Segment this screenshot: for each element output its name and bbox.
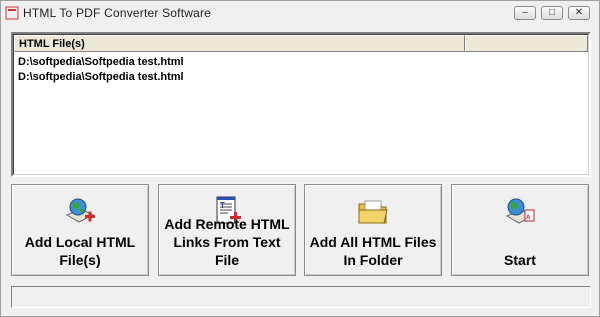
add-remote-html-links-label: Add Remote HTML Links From Text File (164, 216, 290, 268)
add-local-html-button[interactable]: Add Local HTML File(s) (11, 184, 149, 276)
close-icon: ✕ (574, 7, 584, 18)
add-all-html-files-label: Add All HTML Files In Folder (309, 234, 437, 268)
maximize-icon: □ (548, 7, 556, 18)
add-local-html-label: Add Local HTML File(s) (24, 234, 136, 268)
title-bar: HTML To PDF Converter Software – □ ✕ (1, 1, 599, 25)
start-button[interactable]: A Start (451, 184, 589, 276)
status-bar (11, 286, 591, 308)
add-remote-html-links-button[interactable]: T Add Remote HTML Links From Text File (158, 184, 296, 276)
minimize-icon: – (522, 7, 528, 18)
column-header-html-files[interactable]: HTML File(s) (14, 35, 465, 52)
column-header-blank[interactable] (465, 35, 588, 52)
html-files-list[interactable]: HTML File(s) D:\softpedia\Softpedia test… (11, 32, 591, 177)
maximize-button[interactable]: □ (541, 6, 563, 20)
start-label: Start (504, 252, 536, 268)
svg-text:T: T (220, 201, 225, 210)
add-all-html-files-in-folder-button[interactable]: Add All HTML Files In Folder (304, 184, 442, 276)
list-header: HTML File(s) (14, 35, 588, 52)
close-button[interactable]: ✕ (568, 6, 590, 20)
list-item[interactable]: D:\softpedia\Softpedia test.html (18, 55, 184, 70)
globe-add-icon (65, 198, 95, 223)
minimize-button[interactable]: – (514, 6, 536, 20)
app-icon (5, 6, 19, 20)
window-title: HTML To PDF Converter Software (23, 6, 212, 20)
list-item[interactable]: D:\softpedia\Softpedia test.html (18, 70, 184, 85)
svg-text:A: A (526, 215, 531, 221)
list-rows: D:\softpedia\Softpedia test.html D:\soft… (18, 55, 184, 85)
globe-convert-icon: A (505, 198, 535, 224)
list-frame: HTML File(s) D:\softpedia\Softpedia test… (13, 34, 589, 175)
folder-icon (358, 200, 388, 224)
app-window: HTML To PDF Converter Software – □ ✕ HTM… (0, 0, 600, 317)
